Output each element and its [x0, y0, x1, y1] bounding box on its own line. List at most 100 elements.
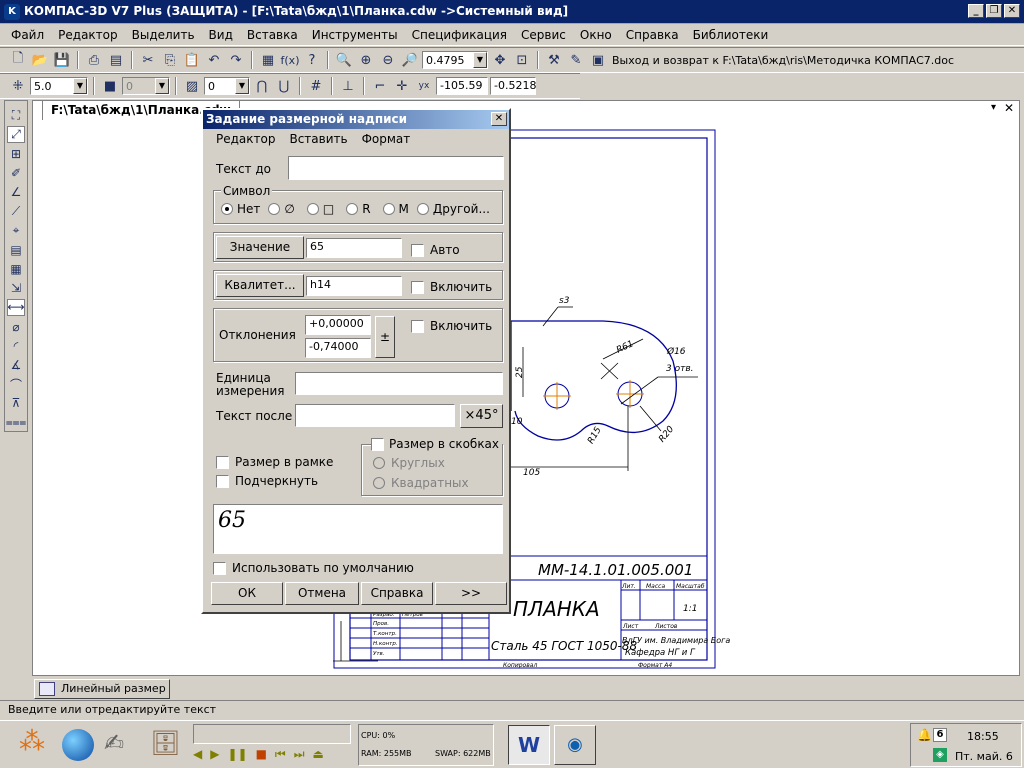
- step-icon[interactable]: ⁜: [8, 76, 28, 96]
- menu-help[interactable]: Справка: [619, 28, 686, 42]
- frame-checkbox[interactable]: [216, 455, 229, 469]
- menu-select[interactable]: Выделить: [125, 28, 202, 42]
- linear-dimension-panel-tab[interactable]: Линейный размер: [34, 679, 170, 699]
- spec-icon[interactable]: ▤: [7, 241, 25, 258]
- square-brackets-radio[interactable]: [373, 477, 385, 489]
- x45-button[interactable]: ×45°: [460, 404, 503, 428]
- menu-libraries[interactable]: Библиотеки: [686, 28, 776, 42]
- menu-tools[interactable]: Инструменты: [305, 28, 405, 42]
- zoom-window-icon[interactable]: 🔍: [334, 50, 354, 70]
- snap-magnet-icon[interactable]: ⋂: [252, 76, 272, 96]
- browser-globe-icon[interactable]: [62, 729, 94, 761]
- print-icon[interactable]: ⎙: [84, 50, 104, 70]
- tray-app-icon[interactable]: ◈: [933, 748, 947, 762]
- file-manager-icon[interactable]: 🗄: [150, 729, 184, 761]
- layer-icon[interactable]: ■: [100, 76, 120, 96]
- upper-deviation-input[interactable]: +0,00000: [305, 315, 371, 335]
- symbol-metric-radio[interactable]: [382, 203, 395, 215]
- geometry-icon[interactable]: ⛶: [7, 107, 25, 124]
- coord-y-field[interactable]: -0.5218: [490, 77, 536, 95]
- stop-icon[interactable]: ■: [256, 747, 267, 762]
- tab-list-icon[interactable]: ▾: [991, 102, 996, 113]
- more-button[interactable]: >>: [435, 582, 507, 605]
- function-icon[interactable]: f(x): [280, 50, 300, 70]
- context-help-icon[interactable]: ?: [302, 50, 322, 70]
- symbol-square-radio[interactable]: [306, 203, 319, 215]
- rebuild-icon[interactable]: ⚒: [544, 50, 564, 70]
- pause-icon[interactable]: ❚❚: [227, 747, 247, 762]
- help-button[interactable]: Справка: [361, 582, 433, 605]
- grid-icon[interactable]: #: [306, 76, 326, 96]
- brackets-checkbox[interactable]: [371, 437, 384, 451]
- chevron-down-icon[interactable]: ▼: [235, 78, 249, 94]
- eject-icon[interactable]: ⏏: [313, 747, 324, 762]
- save-icon[interactable]: 💾: [52, 50, 72, 70]
- kompas-task-icon[interactable]: ◉: [554, 725, 596, 765]
- symbol-radius-radio[interactable]: [346, 203, 359, 215]
- menu-view[interactable]: Вид: [202, 28, 240, 42]
- cursor-icon[interactable]: ✛: [392, 76, 412, 96]
- designations-icon[interactable]: ⊞: [7, 145, 25, 162]
- qualitet-input[interactable]: h14: [306, 276, 402, 296]
- undo-icon[interactable]: ↶: [204, 50, 224, 70]
- chevron-down-icon[interactable]: ▼: [73, 78, 87, 94]
- redo-icon[interactable]: ↷: [226, 50, 246, 70]
- dialog-menu-format[interactable]: Формат: [355, 132, 418, 150]
- radial-dim-icon[interactable]: ◜: [7, 337, 25, 354]
- clock-time[interactable]: 18:55: [967, 730, 999, 743]
- menu-service[interactable]: Сервис: [514, 28, 573, 42]
- tray-user-icon[interactable]: 🔔: [917, 728, 932, 742]
- select-icon[interactable]: ⌖: [7, 222, 25, 239]
- dialog-close-button[interactable]: ✕: [491, 112, 507, 126]
- rewind-icon[interactable]: ◀: [193, 747, 202, 762]
- restore-button[interactable]: ❐: [986, 4, 1002, 18]
- drawing-canvas[interactable]: s3 R61 Ø16 3 отв. 25 10 R15 R20 105 ММ-1…: [33, 101, 1021, 677]
- angular-dim-icon[interactable]: ∡: [7, 356, 25, 373]
- layer-combo[interactable]: 0 ▼: [122, 77, 170, 95]
- chevron-down-icon[interactable]: ▼: [155, 78, 169, 94]
- chevron-down-icon[interactable]: ▼: [473, 52, 487, 68]
- editor-icon[interactable]: ✍: [104, 729, 138, 761]
- qualitet-button[interactable]: Квалитет...: [216, 274, 304, 297]
- kompas-app-icon[interactable]: K: [4, 4, 20, 20]
- style-icon[interactable]: ▨: [182, 76, 202, 96]
- close-button[interactable]: ✕: [1004, 4, 1020, 18]
- cut-icon[interactable]: ✂: [138, 50, 158, 70]
- dialog-menu-insert[interactable]: Вставить: [282, 132, 354, 150]
- coord-x-field[interactable]: -105.59: [436, 77, 488, 95]
- new-file-icon[interactable]: 🗋: [8, 50, 28, 70]
- symbol-other-radio[interactable]: [416, 203, 429, 215]
- next-icon[interactable]: ⏭: [294, 747, 305, 762]
- reports-icon[interactable]: ▦: [7, 260, 25, 277]
- zoom-out-icon[interactable]: ⊖: [378, 50, 398, 70]
- use-default-checkbox[interactable]: [213, 561, 226, 575]
- text-after-input[interactable]: [295, 404, 455, 427]
- menu-insert[interactable]: Вставка: [240, 28, 305, 42]
- unit-input[interactable]: [295, 372, 503, 395]
- step-combo[interactable]: 5.0 ▼: [30, 77, 88, 95]
- value-input[interactable]: 65: [306, 238, 402, 258]
- local-cs-icon[interactable]: ⊥: [338, 76, 358, 96]
- prev-icon[interactable]: ⏮: [275, 747, 286, 762]
- editing-icon[interactable]: ✐: [7, 165, 25, 182]
- symbol-diameter-radio[interactable]: [268, 203, 281, 215]
- dialog-menu-editor[interactable]: Редактор: [209, 132, 282, 150]
- ortho-icon[interactable]: ⌐: [370, 76, 390, 96]
- line-dim-icon[interactable]: ⩶: [6, 414, 27, 431]
- variables-icon[interactable]: ▦: [258, 50, 278, 70]
- property-icon[interactable]: ✎: [566, 50, 586, 70]
- dimensions-icon[interactable]: ⤢: [7, 126, 25, 144]
- return-link-text[interactable]: Выход и возврат к F:\Tata\бжд\ris\Методи…: [612, 54, 954, 67]
- parametrization-icon[interactable]: ∠: [7, 184, 25, 201]
- cancel-button[interactable]: Отмена: [285, 582, 359, 605]
- text-before-input[interactable]: [288, 156, 504, 180]
- plus-minus-button[interactable]: ±: [375, 316, 395, 358]
- ok-button[interactable]: ОК: [211, 582, 283, 605]
- minimize-button[interactable]: _: [968, 4, 984, 18]
- start-menu-icon[interactable]: ⁂: [14, 727, 50, 763]
- play-icon[interactable]: ▶: [210, 747, 219, 762]
- menu-file[interactable]: Файл: [4, 28, 51, 42]
- local-snap-icon[interactable]: ⋃: [274, 76, 294, 96]
- preview-icon[interactable]: ▤: [106, 50, 126, 70]
- auto-checkbox[interactable]: [411, 243, 424, 257]
